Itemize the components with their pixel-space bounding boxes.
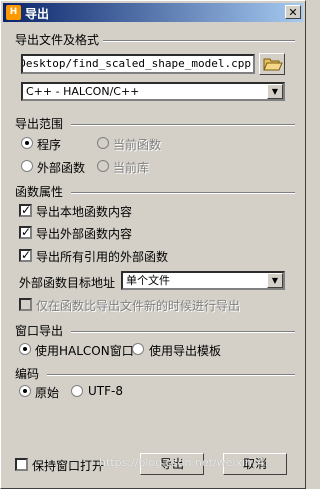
- radio-encoding-original[interactable]: [19, 385, 31, 397]
- checkbox-keep-window-open[interactable]: [15, 458, 28, 471]
- section-title-export-file: 导出文件及格式: [15, 33, 100, 47]
- export-path-value: or/Desktop/find_scaled_shape_model.cpp: [21, 57, 251, 70]
- close-button[interactable]: ✕: [285, 5, 301, 19]
- export-dialog: H 导出 ✕ 导出文件及格式 or/Desktop/find_scaled_sh…: [0, 0, 306, 489]
- radio-label: 当前库: [113, 161, 150, 175]
- radio-scope-current-function[interactable]: [97, 137, 109, 149]
- section-title-encoding: 编码: [15, 367, 40, 381]
- radio-label: 使用导出模板: [149, 344, 222, 358]
- window-title: 导出: [25, 7, 50, 21]
- folder-icon: [263, 58, 283, 71]
- checkbox-export-local-functions[interactable]: ✓: [19, 203, 32, 217]
- checkbox-export-external-functions[interactable]: ✓: [19, 225, 32, 239]
- radio-use-export-template[interactable]: [132, 343, 144, 355]
- checkbox-label: 仅在函数比导出文件新的时候进行导出: [36, 299, 241, 313]
- radio-label: UTF-8: [88, 384, 123, 398]
- chevron-down-icon[interactable]: ▼: [267, 273, 283, 288]
- title-bar[interactable]: H 导出 ✕: [3, 3, 303, 22]
- halcon-logo-icon: H: [6, 5, 21, 20]
- radio-label: 程序: [37, 138, 62, 152]
- separator: [71, 331, 295, 333]
- radio-label: 原始: [35, 386, 60, 400]
- radio-label: 外部函数: [37, 161, 86, 175]
- radio-scope-current-library[interactable]: [97, 160, 109, 172]
- radio-encoding-utf8[interactable]: [71, 385, 83, 397]
- radio-scope-external-function[interactable]: [21, 160, 33, 172]
- separator: [71, 124, 295, 126]
- watermark: https://blog.csdn.net/weixin_4…: [99, 456, 276, 469]
- checkbox-export-referenced-functions[interactable]: ✓: [19, 248, 32, 262]
- export-path-input[interactable]: or/Desktop/find_scaled_shape_model.cpp: [21, 54, 255, 74]
- browse-button[interactable]: [259, 53, 285, 75]
- section-title-window-export: 窗口导出: [15, 324, 64, 338]
- checkbox-label: 导出本地函数内容: [36, 205, 133, 219]
- target-address-label: 外部函数目标地址: [19, 276, 116, 290]
- chevron-down-icon[interactable]: ▼: [267, 84, 283, 99]
- separator: [47, 374, 295, 376]
- radio-label: 当前函数: [113, 138, 162, 152]
- target-address-select[interactable]: 单个文件 ▼: [121, 271, 285, 290]
- export-format-select[interactable]: C++ - HALCON/C++ ▼: [21, 82, 285, 101]
- checkbox-export-if-newer[interactable]: [19, 298, 32, 311]
- radio-label: 使用HALCON窗口: [35, 344, 134, 358]
- export-format-value: C++ - HALCON/C++: [26, 85, 140, 98]
- keep-open-label: 保持窗口打开: [32, 459, 105, 473]
- separator: [103, 40, 295, 42]
- radio-use-halcon-window[interactable]: [19, 343, 31, 355]
- section-title-export-scope: 导出范围: [15, 117, 64, 131]
- section-title-function-props: 函数属性: [15, 185, 64, 199]
- checkbox-label: 导出外部函数内容: [36, 227, 133, 241]
- radio-scope-program[interactable]: [21, 137, 33, 149]
- checkbox-label: 导出所有引用的外部函数: [36, 250, 169, 264]
- separator: [71, 192, 295, 194]
- target-address-value: 单个文件: [126, 274, 170, 287]
